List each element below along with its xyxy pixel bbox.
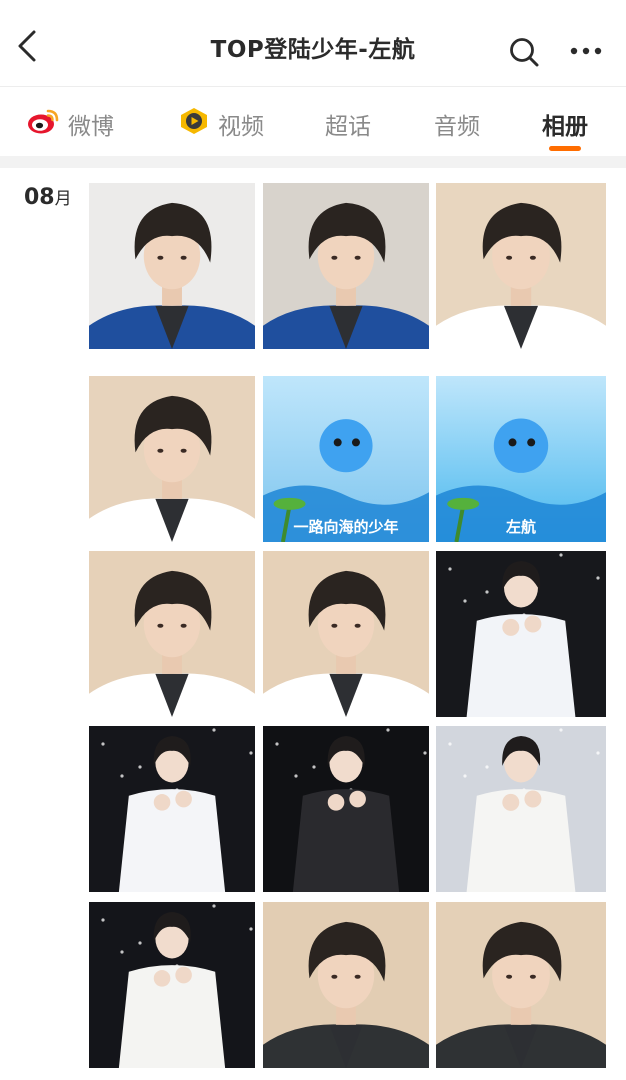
tab-super-topic[interactable]: 超话 [325, 107, 371, 141]
more-options-icon[interactable] [566, 36, 606, 66]
tab-audio-label: 音频 [434, 114, 480, 140]
album-photo[interactable] [89, 902, 255, 1068]
tab-audio[interactable]: 音频 [434, 107, 480, 141]
tab-album[interactable]: 相册 [542, 107, 588, 141]
album-photo-image [89, 551, 255, 717]
active-tab-indicator [549, 146, 581, 151]
album-photo-image [89, 726, 255, 892]
poster-caption: 左航 [505, 518, 536, 536]
album-photo-image [89, 183, 255, 349]
album-photo-image: 一路向海的少年 [263, 376, 429, 542]
album-photo[interactable] [436, 902, 606, 1068]
album-photo[interactable] [436, 183, 606, 349]
album-photo-image [89, 902, 255, 1068]
weibo-logo-icon [26, 107, 60, 141]
month-number: 08 [24, 185, 55, 210]
album-photo-image [263, 902, 429, 1068]
album-photo-image: 左航 [436, 376, 606, 542]
album-photo[interactable] [263, 726, 429, 892]
album-photo[interactable]: 一路向海的少年 [263, 376, 429, 542]
tab-album-label: 相册 [542, 114, 588, 140]
top-nav-bar: TOP登陆少年-左航 [0, 0, 626, 86]
tab-video-label: 视频 [218, 114, 264, 140]
video-play-icon [178, 106, 210, 142]
section-divider [0, 156, 626, 168]
search-icon[interactable] [506, 34, 542, 70]
album-photo[interactable] [89, 376, 255, 542]
album-photo[interactable]: 左航 [436, 376, 606, 542]
album-photo[interactable] [263, 902, 429, 1068]
album-photo[interactable] [263, 551, 429, 717]
month-unit: 月 [54, 189, 72, 209]
tab-weibo-label: 微博 [68, 114, 114, 140]
profile-tabs: 微博 视频 超话 音频 相册 [0, 86, 626, 157]
tab-super-topic-label: 超话 [325, 114, 371, 140]
album-photo[interactable] [436, 551, 606, 717]
album-photo[interactable] [89, 183, 255, 349]
tab-weibo[interactable]: 微博 [26, 107, 114, 141]
album-photo-image [436, 183, 606, 349]
album-photo[interactable] [89, 726, 255, 892]
album-photo-image [263, 551, 429, 717]
month-label: 08月 [24, 184, 72, 210]
album-photo[interactable] [263, 183, 429, 349]
poster-caption: 一路向海的少年 [293, 518, 398, 536]
page-title: TOP登陆少年-左航 [210, 37, 416, 63]
album-photo[interactable] [89, 551, 255, 717]
album-photo-image [436, 902, 606, 1068]
album-photo-image [436, 551, 606, 717]
album-photo-image [263, 183, 429, 349]
album-photo-image [89, 376, 255, 542]
tab-video[interactable]: 视频 [178, 107, 264, 141]
back-arrow-icon[interactable] [12, 28, 44, 64]
album-photo-image [263, 726, 429, 892]
album-photo[interactable] [436, 726, 606, 892]
album-photo-image [436, 726, 606, 892]
